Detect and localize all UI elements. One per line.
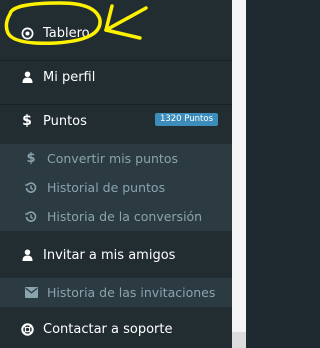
sidebar-menu: Tablero Mi perfil $ Puntos 1320 Puntos $… xyxy=(0,0,232,348)
user-icon xyxy=(20,248,34,262)
submenu-item-label: Convertir mis puntos xyxy=(47,151,178,166)
submenu-item-conversion-history[interactable]: Historia de la conversión xyxy=(0,202,232,231)
submenu-item-label: Historia de la conversión xyxy=(47,209,203,224)
content-edge xyxy=(232,0,246,348)
sidebar-item-label: Tablero xyxy=(43,25,90,41)
sidebar-item-support[interactable]: Contactar a soporte xyxy=(0,312,232,346)
points-badge: 1320 Puntos xyxy=(154,113,218,126)
history-icon xyxy=(24,210,38,224)
sidebar-item-label: Invitar a mis amigos xyxy=(43,247,176,263)
lifebuoy-icon xyxy=(20,322,34,336)
submenu-item-points-history[interactable]: Historial de puntos xyxy=(0,173,232,202)
submenu-item-label: Historia de las invitaciones xyxy=(47,285,216,300)
sidebar-item-label: Mi perfil xyxy=(43,69,96,85)
history-icon xyxy=(24,181,38,195)
sidebar-item-profile[interactable]: Mi perfil xyxy=(0,60,232,94)
envelope-icon xyxy=(24,286,38,300)
sidebar-item-label: Contactar a soporte xyxy=(43,321,173,337)
sidebar-item-invite[interactable]: Invitar a mis amigos xyxy=(0,238,232,272)
scrollbar-thumb[interactable] xyxy=(232,332,246,348)
dollar-icon: $ xyxy=(26,151,36,166)
submenu-item-convert-points[interactable]: $ Convertir mis puntos xyxy=(0,144,232,173)
sidebar-item-label: Puntos xyxy=(43,113,87,129)
user-icon xyxy=(20,70,34,84)
submenu-item-invitation-history[interactable]: Historia de las invitaciones xyxy=(0,278,232,307)
target-icon xyxy=(20,26,34,40)
submenu-item-label: Historial de puntos xyxy=(47,180,166,195)
dollar-icon: $ xyxy=(22,113,32,129)
sidebar-item-dashboard[interactable]: Tablero xyxy=(0,16,232,50)
sidebar-item-points[interactable]: $ Puntos 1320 Puntos xyxy=(0,104,232,138)
